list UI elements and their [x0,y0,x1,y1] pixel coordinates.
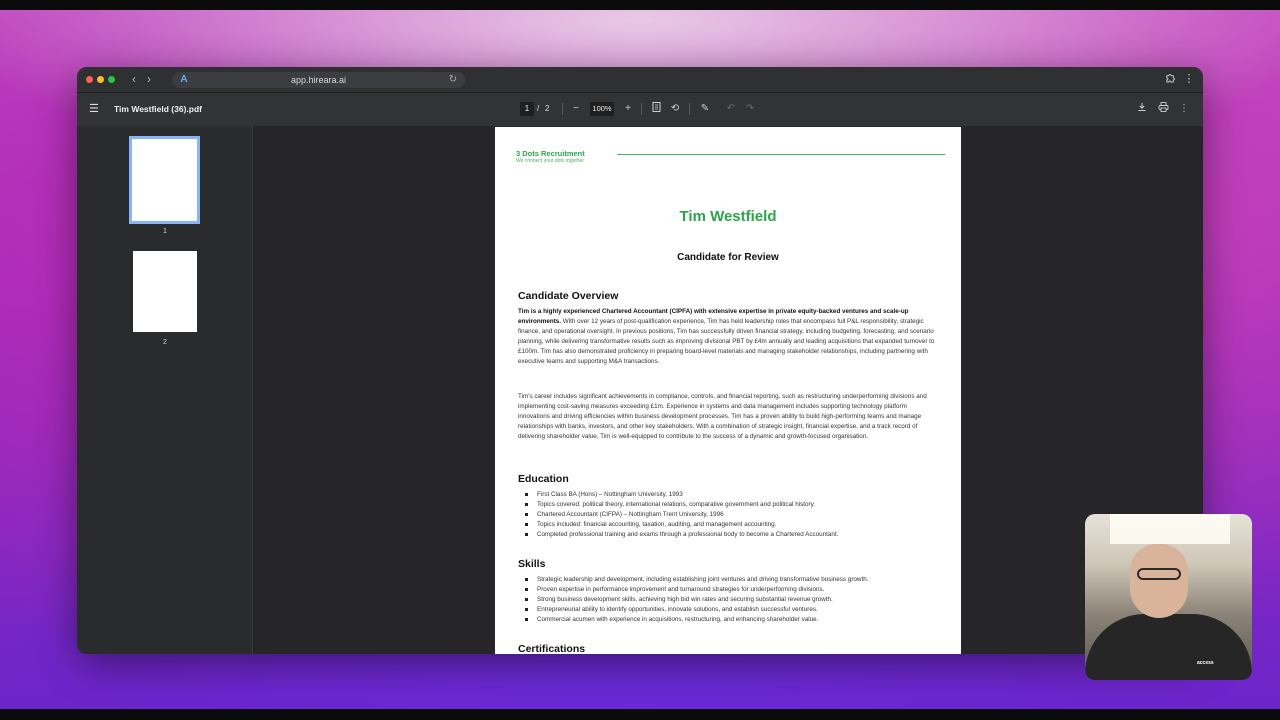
print-icon[interactable] [1156,102,1170,116]
zoom-out-icon[interactable]: − [569,102,583,116]
presenter-body [1085,614,1252,680]
list-item: Entrepreneurial ability to identify oppo… [518,605,948,615]
maximize-window-button[interactable] [108,76,115,83]
pdf-page: 3 Dots Recruitment We connect your dots … [495,127,961,654]
thumbnail-page-1[interactable] [129,136,200,224]
letterbox-top [0,0,1280,10]
list-item: Commercial acumen with experience in acq… [518,615,948,625]
presenter-head [1130,544,1188,618]
skills-list: Strategic leadership and development, in… [518,575,948,625]
thumbnail-page-2[interactable] [133,251,197,332]
page-separator: / [537,104,540,113]
overview-paragraph-2: Tim's career includes significant achiev… [518,393,927,440]
list-item: Chartered Accountant (CIFPA) – Nottingha… [518,510,948,520]
overview-body: With over 12 years of post-qualification… [518,317,935,365]
browser-menu-icon[interactable]: ⋮ [1182,72,1196,86]
brand-name: 3 Dots Recruitment [516,149,585,158]
list-item: Strong business development skills, achi… [518,595,948,605]
thumbnail-sidebar: 1 2 [77,126,253,654]
back-icon[interactable]: ‹ [127,72,141,86]
certifications-heading: Certifications [518,643,586,654]
zoom-in-icon[interactable]: + [621,102,635,116]
close-window-button[interactable] [86,76,93,83]
presenter-glasses [1137,568,1181,580]
list-item: First Class BA (Hons) – Nottingham Unive… [518,490,948,500]
fit-page-icon[interactable] [649,102,663,116]
toolbar-divider [562,103,563,115]
education-heading: Education [518,473,569,485]
letterbox-bottom [0,709,1280,720]
zoom-level[interactable]: 100% [590,102,614,116]
education-list: First Class BA (Hons) – Nottingham Unive… [518,490,948,540]
annotate-icon[interactable]: ✎ [698,102,712,116]
list-item: Topics included: financial accounting, t… [518,520,948,530]
browser-chrome: ‹ › A app.hireara.ai ↻ ⋮ [77,67,1203,93]
page-total: 2 [545,104,550,113]
candidate-name: Tim Westfield [679,208,777,225]
download-icon[interactable] [1135,102,1149,116]
thumbnail-label: 1 [163,228,167,235]
redo-icon[interactable]: ↷ [743,102,757,116]
address-url: app.hireara.ai [290,75,347,85]
undo-icon[interactable]: ↶ [724,102,738,116]
list-item: Completed professional training and exam… [518,530,948,540]
document-subtitle: Candidate for Review [677,252,779,263]
skills-heading: Skills [518,558,546,570]
pdf-viewer: 1 2 3 Dots Recruitment We connect your d… [77,126,1203,654]
toolbar-divider [689,103,690,115]
header-rule [617,154,945,155]
more-vert-icon[interactable]: ⋮ [1177,102,1191,116]
address-bar[interactable]: A app.hireara.ai ↻ [172,72,465,88]
list-item: Topics covered: political theory, intern… [518,500,948,510]
forward-icon[interactable]: › [142,72,156,86]
ceiling-light [1110,514,1230,544]
brand-tagline: We connect your dots together [516,158,585,164]
hoodie-logo: access [1197,660,1214,666]
thumbnail-label: 2 [163,339,167,346]
rotate-icon[interactable]: ⟲ [668,102,682,116]
overview-heading: Candidate Overview [518,290,619,302]
list-item: Proven expertise in performance improvem… [518,585,948,595]
minimize-window-button[interactable] [97,76,104,83]
puzzle-icon[interactable] [1163,72,1177,86]
pdf-filename: Tim Westfield (36).pdf [114,104,203,114]
pdf-toolbar: ☰ Tim Westfield (36).pdf 1 / 2 − 100% + … [77,93,1203,126]
page-number-input[interactable]: 1 [520,102,534,116]
toolbar-divider [641,103,642,115]
list-item: Strategic leadership and development, in… [518,575,948,585]
reload-icon[interactable]: ↻ [447,74,459,86]
browser-window: ‹ › A app.hireara.ai ↻ ⋮ ☰ Tim Westfield… [77,67,1203,654]
hamburger-icon[interactable]: ☰ [89,103,101,115]
webcam-overlay: access [1085,514,1252,680]
overview-paragraph-1: Tim is a highly experienced Chartered Ac… [518,307,938,366]
